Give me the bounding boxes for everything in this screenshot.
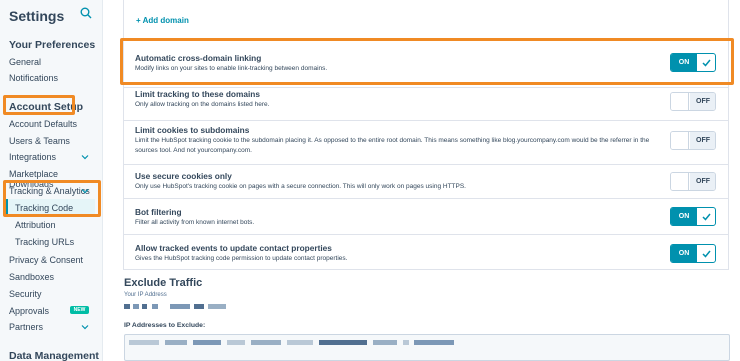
chevron-down-icon[interactable] xyxy=(81,187,89,195)
exclude-traffic-heading: Exclude Traffic xyxy=(124,277,203,289)
sidebar-item-integrations[interactable]: Integrations xyxy=(9,152,56,162)
sidebar-item-approvals[interactable]: Approvals xyxy=(9,306,49,316)
add-domain-button[interactable]: + Add domain xyxy=(136,16,189,25)
setting-description: Only use HubSpot's tracking cookie on pa… xyxy=(135,183,466,190)
section-account-setup: Account Setup xyxy=(9,101,84,113)
setting-description: Limit the HubSpot tracking cookie to the… xyxy=(135,137,650,154)
sidebar-item-tracking-urls[interactable]: Tracking URLs xyxy=(15,237,74,247)
setting-description: Gives the HubSpot tracking code permissi… xyxy=(135,255,348,262)
secure-cookies-toggle[interactable]: OFF xyxy=(670,172,716,191)
sidebar-item-sandboxes[interactable]: Sandboxes xyxy=(9,272,54,282)
setting-title: Use secure cookies only xyxy=(135,171,232,181)
sidebar-item-security[interactable]: Security xyxy=(9,289,42,299)
setting-title: Automatic cross-domain linking xyxy=(135,53,262,63)
sidebar-item-partners[interactable]: Partners xyxy=(9,322,43,332)
redacted-ip-address xyxy=(124,304,226,309)
setting-row-tracked-events: Allow tracked events to update contact p… xyxy=(124,234,728,270)
section-data-management: Data Management xyxy=(9,350,99,361)
setting-description: Filter all activity from known internet … xyxy=(135,219,255,226)
section-your-preferences: Your Preferences xyxy=(9,39,96,51)
checkmark-icon xyxy=(702,213,711,221)
ip-exclude-label: IP Addresses to Exclude: xyxy=(124,322,206,329)
setting-row-limit-cookies: Limit cookies to subdomains Limit the Hu… xyxy=(124,120,728,164)
sidebar-item-account-defaults[interactable]: Account Defaults xyxy=(9,119,77,129)
tracked-events-toggle[interactable]: ON xyxy=(670,244,716,263)
setting-row-limit-tracking: Limit tracking to these domains Only all… xyxy=(124,87,728,120)
limit-cookies-toggle[interactable]: OFF xyxy=(670,131,716,150)
setting-row-secure-cookies: Use secure cookies only Only use HubSpot… xyxy=(124,164,728,198)
sidebar-item-users-teams[interactable]: Users & Teams xyxy=(9,136,70,146)
ip-exclude-textarea[interactable] xyxy=(124,334,730,361)
setting-description: Modify links on your sites to enable lin… xyxy=(135,65,328,72)
redacted-ip-list xyxy=(129,340,454,345)
bot-filtering-toggle[interactable]: ON xyxy=(670,207,716,226)
plus-icon: + xyxy=(136,16,141,25)
main-content: + Add domain Automatic cross-domain link… xyxy=(103,0,740,361)
setting-title: Limit tracking to these domains xyxy=(135,89,260,99)
sidebar-item-privacy-consent[interactable]: Privacy & Consent xyxy=(9,255,83,265)
sidebar-item-tracking-code[interactable]: Tracking Code xyxy=(15,203,73,213)
sidebar-title: Settings xyxy=(9,8,65,24)
setting-title: Limit cookies to subdomains xyxy=(135,125,250,135)
setting-description: Only allow tracking on the domains liste… xyxy=(135,101,270,108)
search-icon[interactable] xyxy=(80,7,92,19)
limit-tracking-toggle[interactable]: OFF xyxy=(670,92,716,111)
sidebar-item-notifications[interactable]: Notifications xyxy=(9,73,58,83)
settings-sidebar: Settings Your Preferences General Notifi… xyxy=(0,0,103,361)
setting-row-bot-filtering: Bot filtering Filter all activity from k… xyxy=(124,198,728,234)
your-ip-label: Your IP Address xyxy=(124,292,167,298)
chevron-down-icon[interactable] xyxy=(81,153,89,161)
checkmark-icon xyxy=(702,250,711,258)
sidebar-item-attribution[interactable]: Attribution xyxy=(15,220,56,230)
checkmark-icon xyxy=(702,59,711,67)
sidebar-item-general[interactable]: General xyxy=(9,57,41,67)
new-badge: NEW xyxy=(70,306,89,314)
sidebar-item-tracking-analytics[interactable]: Tracking & Analytics xyxy=(9,186,90,196)
chevron-down-icon[interactable] xyxy=(81,323,89,331)
setting-title: Allow tracked events to update contact p… xyxy=(135,243,332,253)
cross-domain-toggle[interactable]: ON xyxy=(670,53,716,72)
setting-title: Bot filtering xyxy=(135,207,182,217)
setting-row-cross-domain: Automatic cross-domain linking Modify li… xyxy=(124,38,728,87)
